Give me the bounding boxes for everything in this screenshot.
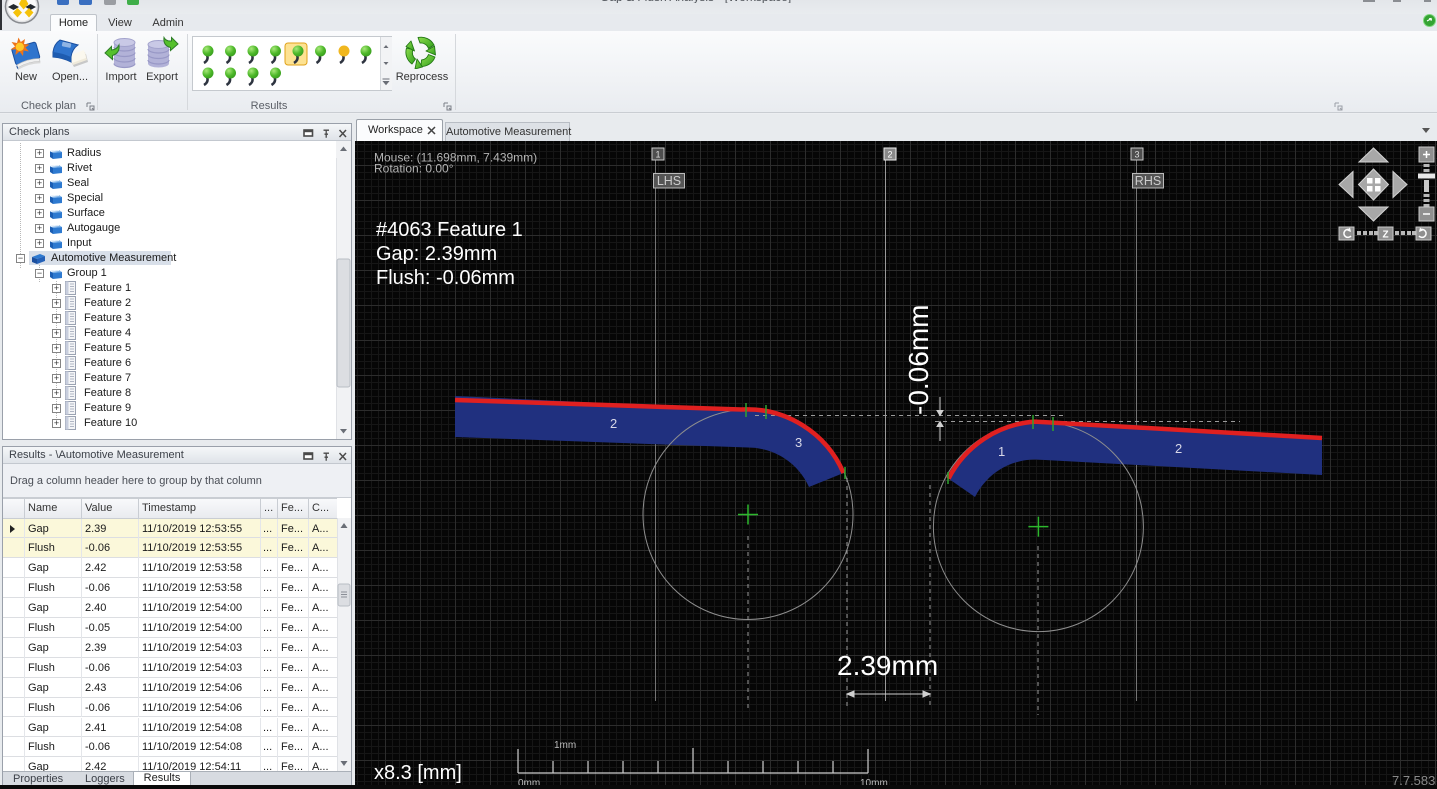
svg-text:RHS: RHS	[1135, 174, 1161, 188]
svg-text:#4063 Feature 1: #4063 Feature 1	[376, 219, 523, 241]
svg-text:2: 2	[610, 416, 617, 431]
svg-text:2: 2	[887, 150, 892, 160]
svg-text:3: 3	[1134, 150, 1139, 160]
svg-text:Flush: -0.06mm: Flush: -0.06mm	[376, 267, 515, 289]
svg-text:3: 3	[795, 435, 802, 450]
svg-text:2.39mm: 2.39mm	[837, 650, 938, 681]
svg-text:Z: Z	[1382, 230, 1388, 241]
svg-text:2: 2	[1175, 441, 1182, 456]
svg-text:-0.06mm: -0.06mm	[903, 305, 934, 415]
svg-text:Rotation: 0.00°: Rotation: 0.00°	[374, 162, 454, 176]
svg-text:LHS: LHS	[657, 174, 681, 188]
svg-text:1: 1	[998, 444, 1005, 459]
svg-text:1mm: 1mm	[554, 740, 576, 751]
svg-text:x8.3 [mm]: x8.3 [mm]	[374, 762, 462, 784]
svg-text:1: 1	[655, 150, 660, 160]
svg-text:Gap: 2.39mm: Gap: 2.39mm	[376, 243, 497, 265]
